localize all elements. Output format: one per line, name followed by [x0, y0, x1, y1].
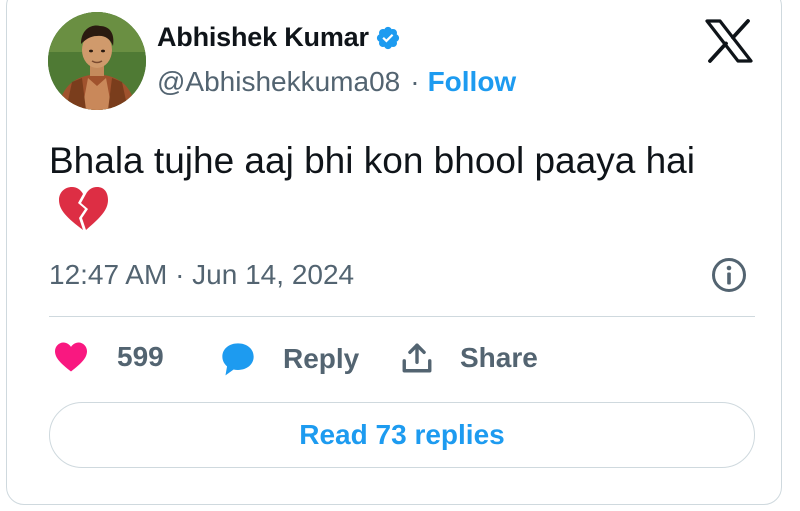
share-button[interactable]: Share [400, 341, 538, 375]
share-upload-icon [402, 343, 432, 373]
like-count: 599 [117, 341, 164, 372]
author-handle-row: @Abhishekkuma08 · Follow [157, 66, 516, 98]
tweet-timestamp[interactable]: 12:47 AM · Jun 14, 2024 [49, 259, 354, 291]
reply-button[interactable]: Reply [219, 341, 359, 377]
tweet-text: Bhala tujhe aaj bhi kon bhool paaya hai [49, 136, 729, 237]
info-icon[interactable] [710, 256, 748, 294]
broken-heart-icon [59, 187, 108, 230]
avatar-image [48, 12, 146, 110]
reply-label: Reply [283, 343, 360, 374]
tweet-body: Bhala tujhe aaj bhi kon bhool paaya hai [49, 140, 695, 181]
author-display-name[interactable]: Abhishek Kumar [157, 22, 369, 53]
follow-button[interactable]: Follow [428, 66, 517, 98]
heart-icon [55, 342, 87, 372]
separator-dot: · [410, 66, 420, 97]
author-name-row: Abhishek Kumar [157, 22, 401, 53]
avatar[interactable] [48, 12, 146, 110]
share-label: Share [460, 342, 538, 373]
like-button[interactable]: 599 [53, 341, 164, 373]
divider [49, 316, 755, 317]
author-handle[interactable]: @Abhishekkuma08 [157, 66, 400, 98]
verified-badge-icon [376, 26, 399, 49]
tweet-embed-card: Abhishek Kumar @Abhishekkuma08 · Follow … [6, 0, 782, 505]
read-replies-button[interactable]: Read 73 replies [49, 402, 755, 468]
speech-bubble-icon [222, 343, 254, 376]
x-logo[interactable] [704, 19, 754, 63]
